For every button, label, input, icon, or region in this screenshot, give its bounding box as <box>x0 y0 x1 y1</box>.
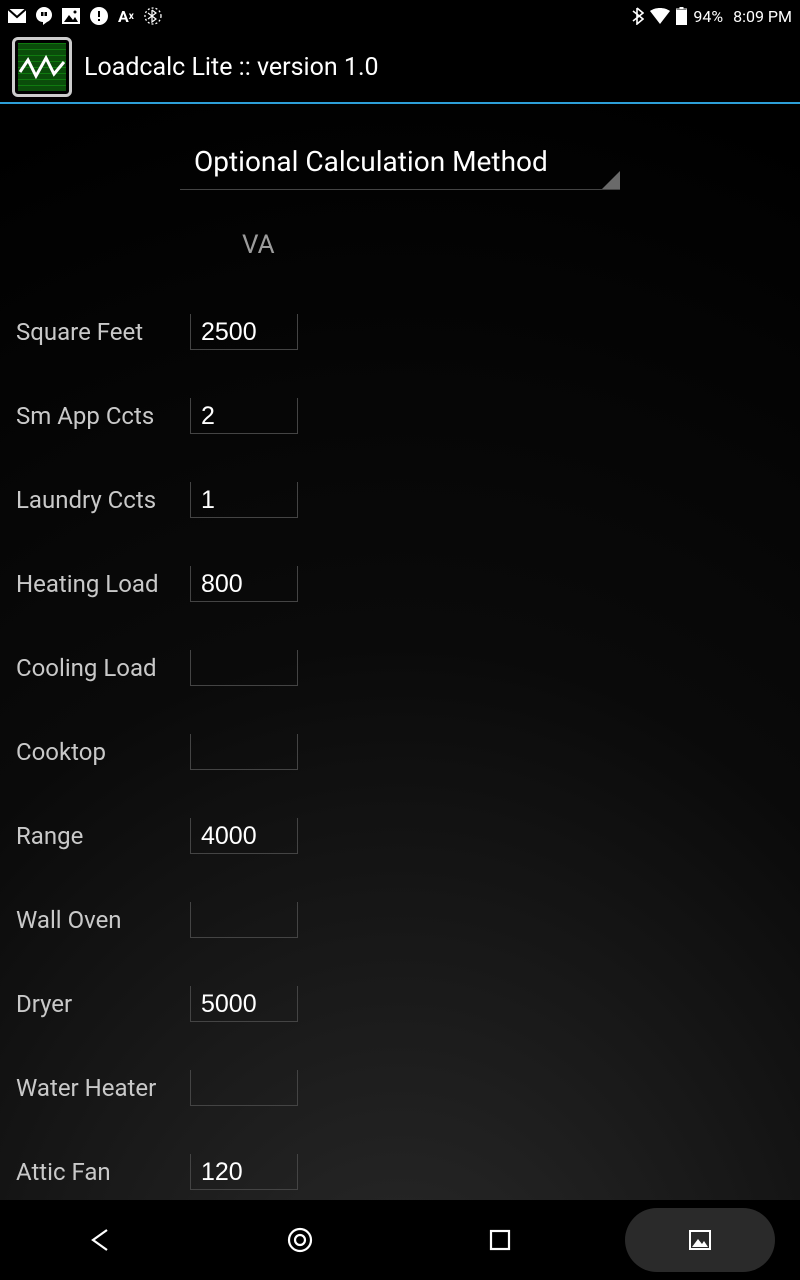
alert-icon <box>90 7 108 25</box>
bluetooth-icon <box>632 7 644 25</box>
app-title: Loadcalc Lite :: version 1.0 <box>84 53 379 82</box>
dropdown-indicator-icon <box>602 171 620 189</box>
battery-percent: 94% <box>693 7 723 26</box>
field-row: Heating Load <box>16 542 784 626</box>
nav-overview-button[interactable] <box>415 1208 585 1272</box>
bluetooth-circle-icon <box>144 7 162 25</box>
content-area: Optional Calculation Method VA Square Fe… <box>0 104 800 1200</box>
wifi-icon <box>650 8 670 24</box>
field-row: Dryer <box>16 962 784 1046</box>
column-header-row: VA <box>16 230 784 260</box>
battery-icon <box>676 7 687 25</box>
nav-recent-button[interactable] <box>615 1208 785 1272</box>
field-row: Cooktop <box>16 710 784 794</box>
field-input[interactable] <box>190 314 298 350</box>
field-label: Cooling Load <box>16 654 190 682</box>
gmail-icon <box>8 9 26 23</box>
field-input[interactable] <box>190 734 298 770</box>
field-input[interactable] <box>190 902 298 938</box>
field-input[interactable] <box>190 1070 298 1106</box>
field-row: Range <box>16 794 784 878</box>
field-row: Sm App Ccts <box>16 374 784 458</box>
clock: 8:09 PM <box>733 7 792 26</box>
field-input[interactable] <box>190 566 298 602</box>
field-row: Wall Oven <box>16 878 784 962</box>
method-spinner[interactable]: Optional Calculation Method <box>180 134 620 190</box>
field-input[interactable] <box>190 398 298 434</box>
status-bar: Ax 94% 8:09 PM <box>0 0 800 32</box>
method-spinner-label: Optional Calculation Method <box>194 145 548 178</box>
column-header-va: VA <box>206 230 275 260</box>
field-row: Water Heater <box>16 1046 784 1130</box>
field-input[interactable] <box>190 650 298 686</box>
field-label: Dryer <box>16 990 190 1018</box>
field-label: Range <box>16 822 190 850</box>
field-input[interactable] <box>190 482 298 518</box>
field-label: Attic Fan <box>16 1158 190 1186</box>
field-label: Cooktop <box>16 738 190 766</box>
field-label: Laundry Ccts <box>16 486 190 514</box>
app-bar: Loadcalc Lite :: version 1.0 <box>0 32 800 104</box>
field-input[interactable] <box>190 986 298 1022</box>
field-label: Square Feet <box>16 318 190 346</box>
field-label: Water Heater <box>16 1074 190 1102</box>
field-row: Laundry Ccts <box>16 458 784 542</box>
nav-home-button[interactable] <box>215 1208 385 1272</box>
field-row: Cooling Load <box>16 626 784 710</box>
status-right: 94% 8:09 PM <box>632 7 792 26</box>
photos-icon <box>62 8 80 24</box>
field-label: Wall Oven <box>16 906 190 934</box>
field-label: Heating Load <box>16 570 190 598</box>
nav-back-button[interactable] <box>15 1208 185 1272</box>
field-label: Sm App Ccts <box>16 402 190 430</box>
field-row: Square Feet <box>16 290 784 374</box>
app-icon <box>12 37 72 97</box>
hangouts-icon <box>36 7 52 25</box>
status-left: Ax <box>8 7 162 26</box>
ax-icon: Ax <box>118 7 134 26</box>
field-input[interactable] <box>190 818 298 854</box>
field-input[interactable] <box>190 1154 298 1190</box>
nav-bar <box>0 1200 800 1280</box>
